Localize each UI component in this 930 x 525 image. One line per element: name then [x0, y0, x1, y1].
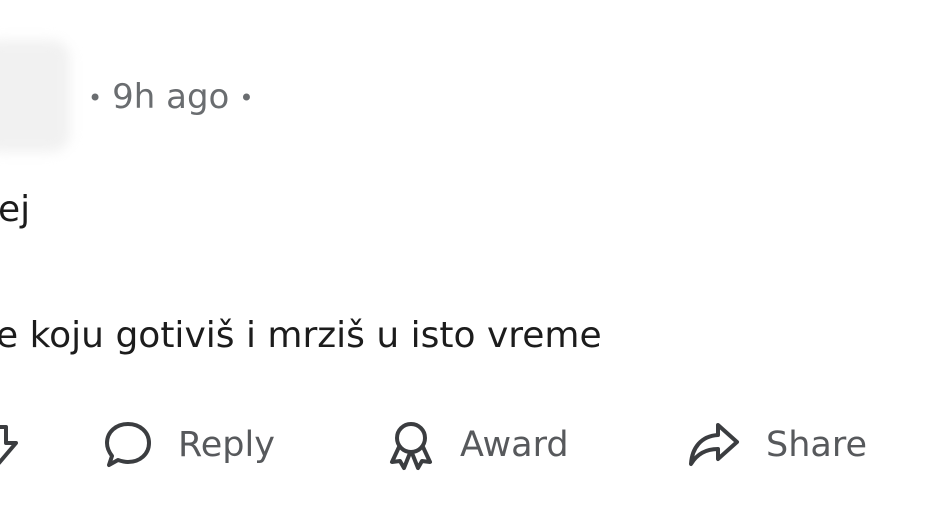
- comment-container: • 9h ago • ej e koju gotiviš i mrziš u i…: [0, 0, 930, 525]
- meta-separator-dot: •: [239, 84, 254, 112]
- comment-text-line-1: ej: [0, 189, 31, 230]
- comment-action-bar: Reply Award Share: [0, 410, 930, 480]
- award-label: Award: [460, 425, 569, 465]
- award-button[interactable]: Award: [386, 410, 569, 480]
- comment-timestamp: 9h ago: [112, 77, 230, 117]
- reply-label: Reply: [178, 425, 275, 465]
- comment-meta: • 9h ago •: [88, 72, 264, 122]
- share-button[interactable]: Share: [686, 410, 867, 480]
- downvote-arrow-icon: [0, 425, 18, 465]
- reply-button[interactable]: Reply: [102, 410, 275, 480]
- share-label: Share: [766, 425, 868, 465]
- blurred-username: [0, 40, 70, 152]
- speech-bubble-icon: [105, 422, 151, 467]
- comment-text-line-2: e koju gotiviš i mrziš u isto vreme: [0, 315, 602, 356]
- downvote-button[interactable]: [0, 410, 22, 480]
- award-medal-icon: [390, 422, 432, 470]
- meta-separator-dot: •: [88, 84, 103, 112]
- share-arrow-icon: [689, 423, 739, 466]
